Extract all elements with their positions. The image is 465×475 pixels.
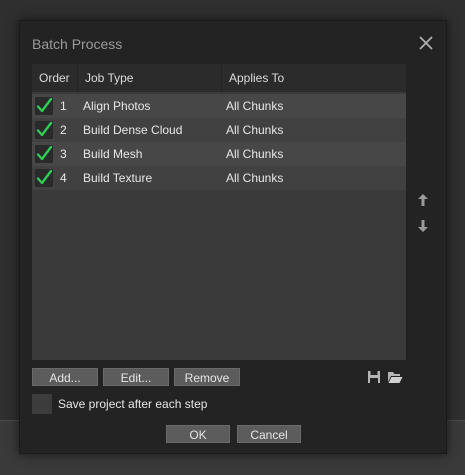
batch-process-dialog: Batch Process Order Job Type Applies To … [19,20,447,454]
move-down-button[interactable] [417,219,429,233]
save-project-label: Save project after each step [58,397,208,411]
arrow-up-icon [418,194,428,206]
row-checkbox[interactable] [35,145,53,163]
checkmark-icon [36,145,53,161]
row-order: 4 [60,171,67,185]
dialog-title: Batch Process [32,36,123,52]
ok-button[interactable]: OK [166,425,230,443]
close-button[interactable] [416,33,436,53]
checkmark-icon [36,97,53,113]
cancel-button[interactable]: Cancel [237,425,301,443]
edit-button[interactable]: Edit... [103,368,169,386]
row-order: 2 [60,123,67,137]
folder-open-icon [388,372,403,383]
table-row[interactable]: 2 Build Dense Cloud All Chunks [32,118,406,142]
save-icon [368,371,380,383]
column-header-applies-to[interactable]: Applies To [222,64,406,92]
row-job-type: Build Mesh [83,147,143,161]
move-up-button[interactable] [417,193,429,207]
table-row[interactable]: 3 Build Mesh All Chunks [32,142,406,166]
row-applies-to: All Chunks [226,123,284,137]
table-row[interactable]: 4 Build Texture All Chunks [32,166,406,190]
column-header-job-type[interactable]: Job Type [78,64,222,92]
save-batch-button[interactable] [367,370,381,384]
row-job-type: Build Texture [83,171,153,185]
arrow-down-icon [418,220,428,232]
row-applies-to: All Chunks [226,171,284,185]
row-applies-to: All Chunks [226,147,284,161]
row-applies-to: All Chunks [226,99,284,113]
column-header-order[interactable]: Order [32,64,78,92]
add-button[interactable]: Add... [32,368,98,386]
row-checkbox[interactable] [35,169,53,187]
row-job-type: Build Dense Cloud [83,123,183,137]
row-job-type: Align Photos [83,99,151,113]
open-batch-button[interactable] [387,370,403,384]
job-table: Order Job Type Applies To 1 Align Photos… [32,64,406,360]
table-row[interactable]: 1 Align Photos All Chunks [32,94,406,118]
table-header: Order Job Type Applies To [32,64,406,92]
row-checkbox[interactable] [35,121,53,139]
save-project-checkbox[interactable] [32,394,52,414]
close-icon [419,36,433,50]
row-order: 3 [60,147,67,161]
remove-button[interactable]: Remove [174,368,240,386]
checkmark-icon [36,121,53,137]
checkmark-icon [36,169,53,185]
row-checkbox[interactable] [35,97,53,115]
row-order: 1 [60,99,67,113]
